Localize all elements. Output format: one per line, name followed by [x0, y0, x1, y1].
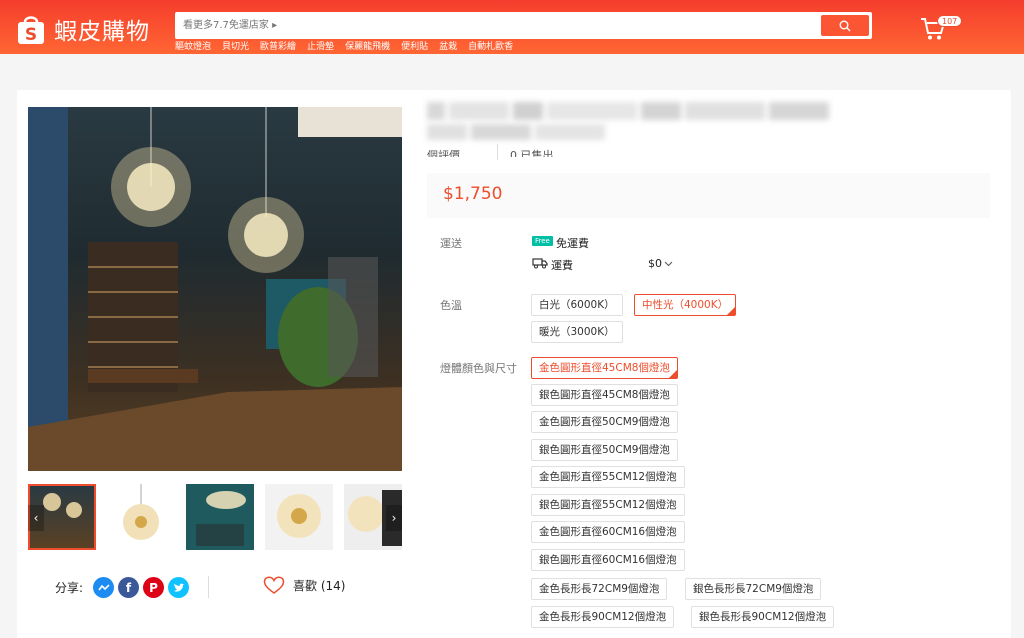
- thumbnail-strip: [28, 484, 402, 552]
- variant-option[interactable]: 金色圓形直徑50CM9個燈泡: [531, 411, 678, 433]
- shipping-fee-label: 運費: [551, 259, 573, 272]
- truck-icon: [532, 258, 548, 269]
- variant-option[interactable]: 銀色圓形直徑50CM9個燈泡: [531, 439, 678, 461]
- search-icon: [839, 20, 851, 31]
- shipping-label: 運送: [440, 237, 462, 250]
- variant-option[interactable]: 金色長形長72CM9個燈泡: [531, 578, 668, 600]
- variant-option[interactable]: 銀色圓形直徑60CM16個燈泡: [531, 549, 685, 571]
- variant-option[interactable]: 銀色圓形直徑55CM12個燈泡: [531, 494, 685, 516]
- svg-text:S: S: [25, 25, 37, 45]
- top-header: S 蝦皮購物 驅蚊燈泡 貝切光 歐普彩繪 止滑墊 保麗龍飛機 便利貼 盆栽 自動…: [0, 0, 1024, 54]
- share-like-divider: [208, 576, 209, 598]
- heart-icon[interactable]: [263, 576, 285, 595]
- search-button[interactable]: [821, 15, 869, 36]
- shopping-bag-icon: S: [16, 13, 46, 45]
- logo-text: 蝦皮購物: [54, 19, 150, 45]
- thumbnail-4[interactable]: [265, 484, 333, 550]
- product-title-blurred-line2: [427, 122, 612, 142]
- variant-option[interactable]: 金色長形長90CM12個燈泡: [531, 606, 675, 628]
- like-section[interactable]: 喜歡 (14): [263, 576, 345, 595]
- search-input[interactable]: [177, 14, 817, 37]
- hot-link[interactable]: 便利貼: [401, 39, 428, 52]
- hot-link[interactable]: 貝切光: [222, 39, 249, 52]
- hot-search-links: 驅蚊燈泡 貝切光 歐普彩繪 止滑墊 保麗龍飛機 便利貼 盆栽 自動札歐香: [175, 39, 513, 52]
- shopee-logo[interactable]: S 蝦皮購物: [16, 12, 150, 46]
- pinterest-icon[interactable]: P: [143, 577, 165, 598]
- variant-option[interactable]: 金色圓形直徑55CM12個燈泡: [531, 466, 685, 488]
- facebook-icon[interactable]: f: [118, 577, 140, 598]
- hot-link[interactable]: 自動札歐香: [468, 39, 513, 52]
- hot-link[interactable]: 歐普彩繪: [260, 39, 296, 52]
- variant-option[interactable]: 銀色長形長90CM12個燈泡: [691, 606, 835, 628]
- product-price: $1,750: [443, 184, 503, 204]
- share-section: 分享: f P: [55, 577, 190, 598]
- shipping-fee-value[interactable]: $0: [648, 257, 662, 270]
- variant-option[interactable]: 銀色長形長72CM9個燈泡: [685, 578, 822, 600]
- variant-option-selected[interactable]: 金色圓形直徑45CM8個燈泡: [531, 357, 678, 379]
- chevron-down-icon[interactable]: [664, 261, 673, 267]
- size-label: 燈體顏色與尺寸: [440, 362, 517, 375]
- hot-link[interactable]: 盆栽: [439, 39, 457, 52]
- share-label: 分享:: [55, 581, 84, 595]
- free-shipping-badge: Free: [532, 236, 553, 246]
- variant-option[interactable]: 白光（6000K）: [531, 294, 623, 316]
- hot-link[interactable]: 保麗龍飛機: [345, 39, 390, 52]
- like-count: 喜歡 (14): [293, 579, 346, 593]
- rating-sold-divider: [497, 144, 498, 160]
- thumbnail-next-arrow[interactable]: ›: [386, 505, 402, 531]
- twitter-icon[interactable]: [168, 577, 190, 598]
- search-bar: [175, 12, 872, 39]
- free-shipping-text: 免運費: [556, 237, 589, 250]
- messenger-icon[interactable]: [93, 577, 115, 598]
- thumbnail-3[interactable]: [186, 484, 254, 550]
- hot-link[interactable]: 止滑墊: [307, 39, 334, 52]
- variant-option[interactable]: 暖光（3000K）: [531, 321, 623, 343]
- variant-option[interactable]: 金色圓形直徑60CM16個燈泡: [531, 521, 685, 543]
- hot-link[interactable]: 驅蚊燈泡: [175, 39, 211, 52]
- cart-count-badge: 107: [937, 15, 963, 27]
- rating-count-partial: 個評價: [427, 149, 460, 157]
- sold-count-partial: 0 已售出: [510, 149, 554, 157]
- price-box: [427, 173, 990, 218]
- color-temp-label: 色溫: [440, 299, 462, 312]
- variant-option[interactable]: 銀色圓形直徑45CM8個燈泡: [531, 384, 678, 406]
- thumbnail-prev-arrow[interactable]: ‹: [28, 505, 44, 531]
- variant-option-selected[interactable]: 中性光（4000K）: [634, 294, 737, 316]
- thumbnail-2[interactable]: [107, 484, 175, 550]
- product-title-blurred: [427, 100, 852, 122]
- product-main-image[interactable]: [28, 107, 402, 471]
